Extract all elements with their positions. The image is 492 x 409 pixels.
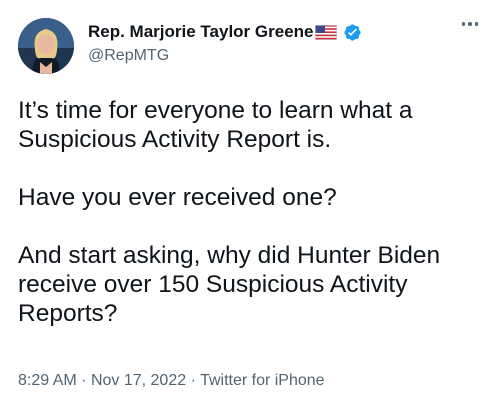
tweet-date[interactable]: Nov 17, 2022 [91, 372, 186, 389]
tweet-card: Rep. Marjorie Taylor Greene @RepMTG It’s… [0, 0, 492, 409]
tweet-text: It’s time for everyone to learn what a S… [18, 96, 478, 328]
avatar[interactable] [18, 18, 74, 74]
us-flag-icon [315, 24, 338, 40]
tweet-paragraph: It’s time for everyone to learn what a S… [18, 97, 413, 153]
tweet-paragraph: Have you ever received one? [18, 184, 337, 211]
tweet-paragraph: And start asking, why did Hunter Biden r… [18, 242, 441, 327]
author-handle[interactable]: @RepMTG [88, 47, 169, 65]
tweet-time[interactable]: 8:29 AM [18, 372, 77, 389]
author-display-name[interactable]: Rep. Marjorie Taylor Greene [88, 22, 313, 42]
author-name-row: Rep. Marjorie Taylor Greene [88, 22, 362, 42]
meta-separator: · [81, 372, 87, 389]
verified-badge-icon [343, 23, 362, 42]
more-options-icon[interactable] [461, 22, 478, 26]
tweet-meta: 8:29 AM · Nov 17, 2022 · Twitter for iPh… [18, 372, 325, 390]
meta-separator: · [190, 372, 196, 389]
tweet-source[interactable]: Twitter for iPhone [200, 372, 325, 389]
